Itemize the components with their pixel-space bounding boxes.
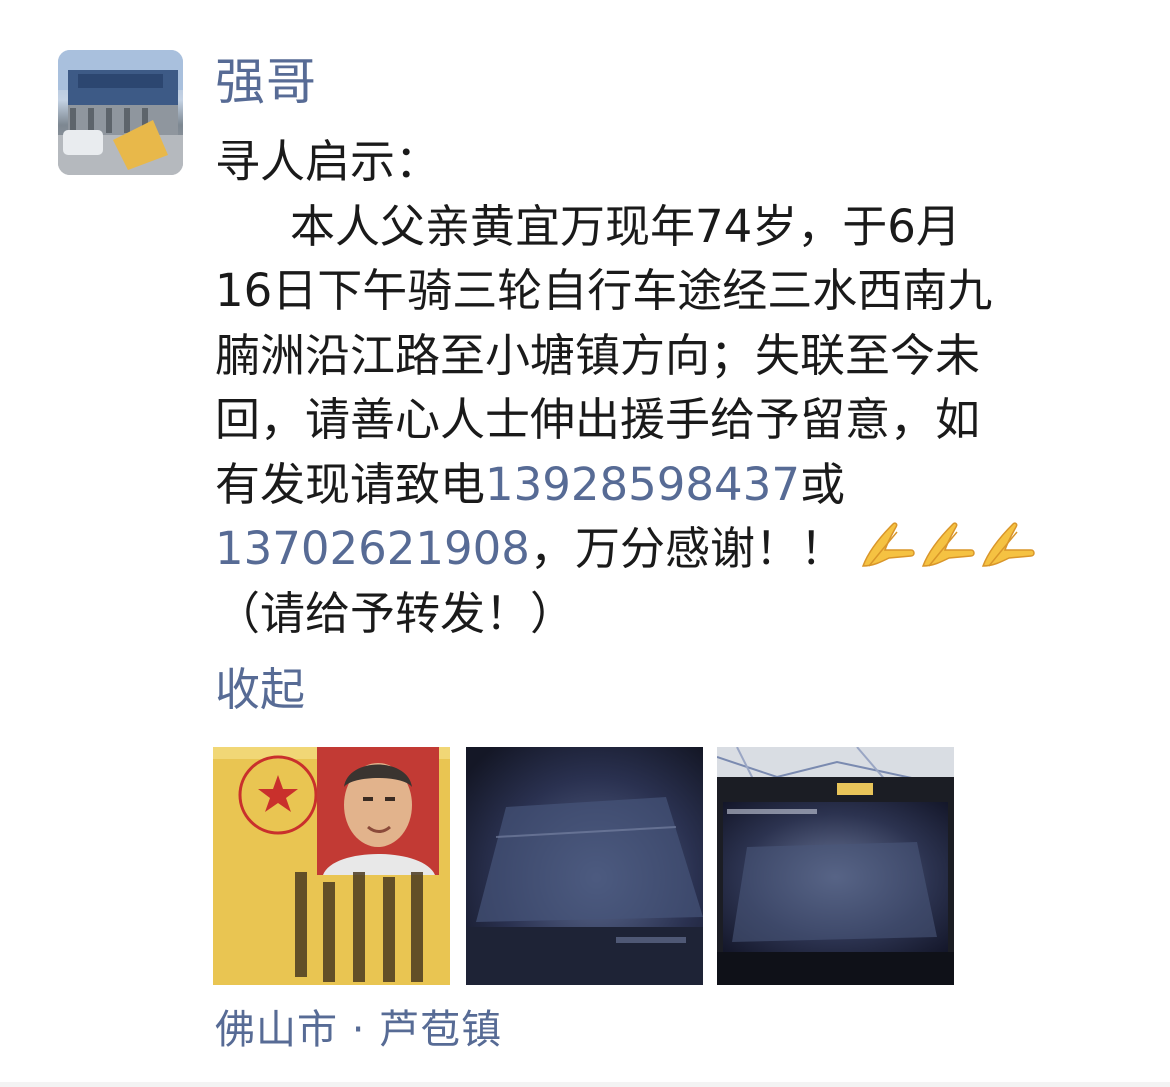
collapse-link[interactable]: 收起 xyxy=(215,658,305,722)
post-line: 回，请善心人士伸出援手给予留意，如 xyxy=(215,393,981,446)
post-line: 16日下午骑三轮自行车途经三水西南九 xyxy=(215,264,993,317)
moments-post: 强哥 寻人启示： 本人父亲黄宜万现年74岁，于6月 16日下午骑三轮自行车途经三… xyxy=(0,0,1170,1087)
post-line-text: ，万分感谢！！ xyxy=(529,522,845,575)
author-name[interactable]: 强哥 xyxy=(215,50,317,114)
post-text: 寻人启示： 本人父亲黄宜万现年74岁，于6月 16日下午骑三轮自行车途经三水西南… xyxy=(215,130,1115,646)
photo-id-card[interactable] xyxy=(213,747,450,985)
post-line: （请给予转发！） xyxy=(215,586,576,640)
phone-link-1[interactable]: 13928598437 xyxy=(485,458,800,511)
divider xyxy=(0,1082,1170,1087)
post-line: 本人父亲黄宜万现年74岁，于6月 xyxy=(290,199,961,253)
folded-hands-icon xyxy=(859,520,917,570)
post-line: 腩洲沿江路至小塘镇方向；失联至今未 xyxy=(215,328,981,382)
post-line: 13702621908，万分感谢！！ xyxy=(215,517,1115,582)
photo-grid xyxy=(213,747,958,985)
phone-link-2[interactable]: 13702621908 xyxy=(215,522,530,575)
avatar[interactable] xyxy=(58,50,183,175)
post-line-text: 有发现请致电 xyxy=(215,457,486,511)
post-line: 有发现请致电13928598437或 xyxy=(215,453,1115,518)
photo-cctv-1[interactable] xyxy=(466,747,703,985)
post-line-text: 或 xyxy=(799,457,845,511)
photo-cctv-2[interactable] xyxy=(717,747,954,985)
location-link[interactable]: 佛山市 · 芦苞镇 xyxy=(215,1000,502,1060)
folded-hands-icon xyxy=(979,520,1037,570)
post-line: 寻人启示： xyxy=(215,135,441,188)
folded-hands-icon xyxy=(919,520,977,570)
